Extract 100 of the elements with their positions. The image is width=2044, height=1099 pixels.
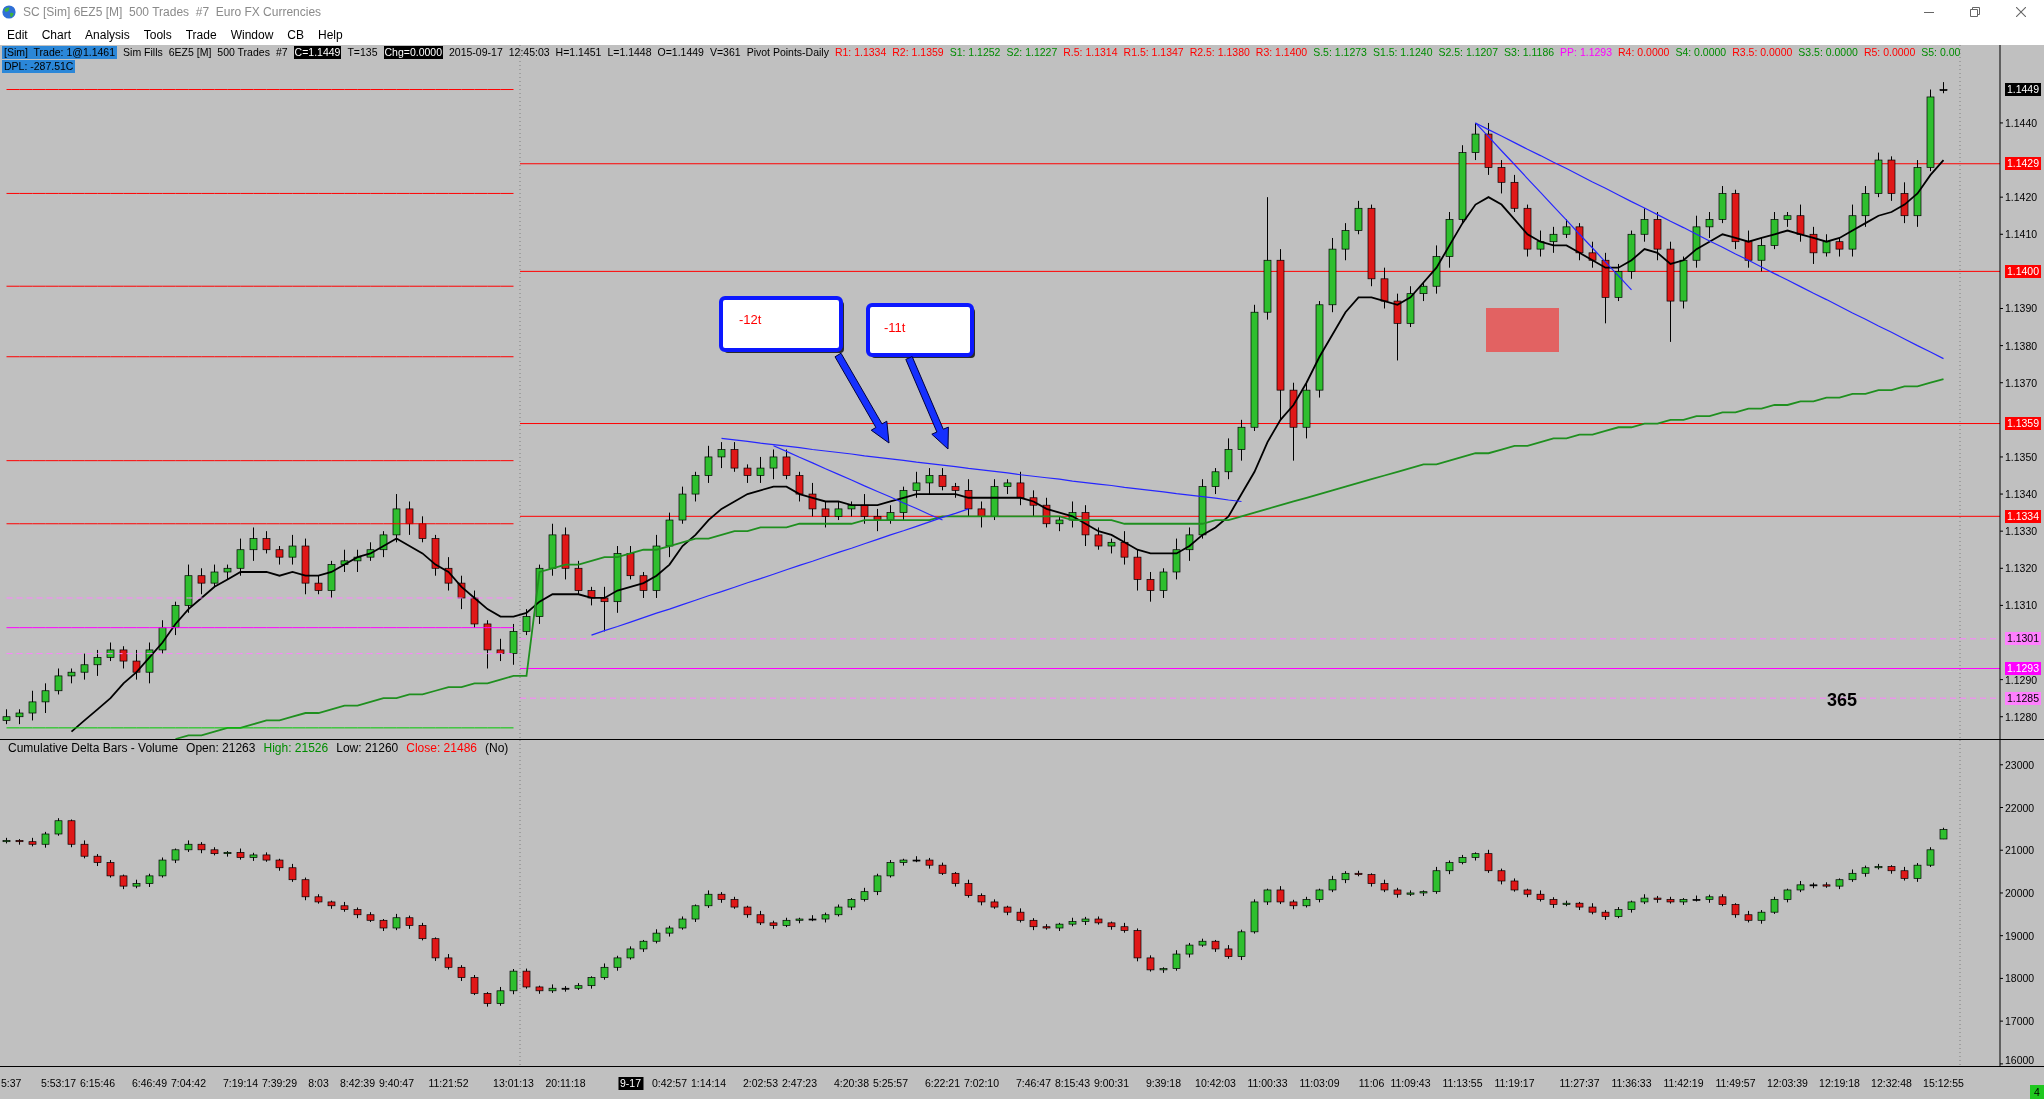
- delta-axis-label: 16000: [2005, 1054, 2035, 1066]
- time-axis-label: 8:15:43: [1055, 1077, 1090, 1090]
- time-axis-label: 7:19:14: [223, 1077, 258, 1090]
- pivot-value: R2: 1.1359: [892, 45, 944, 59]
- price-axis-label: 1.1440: [2005, 116, 2038, 129]
- price-axis-label: 1.1310: [2005, 599, 2038, 612]
- pivot-value: S2.5: 1.1207: [1438, 45, 1499, 59]
- time-axis-label: 2:02:53: [743, 1077, 778, 1090]
- pivot-value: S5: 0.00: [1921, 45, 1961, 59]
- pivot-value: R2.5: 1.1380: [1189, 45, 1250, 59]
- study-reading: High: 21526: [263, 741, 329, 755]
- time-axis-label: 11:06: [1358, 1077, 1385, 1090]
- time-axis-label: 12:32:48: [1871, 1077, 1912, 1090]
- price-axis-label: 1.1390: [2005, 302, 2038, 315]
- delta-axis-label: 17000: [2005, 1015, 2035, 1028]
- study-reading: Low: 21260: [336, 741, 399, 755]
- highlighted-info-text: Chg=0.0000: [383, 45, 443, 59]
- pivot-value: R1: 1.1334: [834, 45, 887, 59]
- pivot-value: S2: 1.1227: [1006, 45, 1058, 59]
- time-axis-label: 10:42:03: [1195, 1077, 1236, 1090]
- pivot-value: S3: 1.1186: [1504, 45, 1555, 59]
- info-text: 6EZ5 [M]: [168, 45, 212, 59]
- time-axis-label: 11:13:55: [1442, 1077, 1483, 1090]
- study-title: Cumulative Delta Bars - Volume: [8, 741, 179, 755]
- pivot-value: R1.5: 1.1347: [1123, 45, 1184, 59]
- delta-axis-label: 23000: [2005, 758, 2035, 771]
- time-axis-label: 12:03:39: [1767, 1077, 1808, 1090]
- price-axis-label: 1.1350: [2005, 450, 2038, 463]
- study-reading: Close: 21486: [406, 741, 477, 755]
- pivot-value: S3.5: 0.0000: [1798, 45, 1858, 59]
- time-axis-label: 6:46:49: [132, 1077, 167, 1090]
- delta-axis-label: 22000: [2005, 801, 2035, 814]
- delta-axis-label: 19000: [2005, 929, 2035, 942]
- time-axis-label: 20:11:18: [545, 1077, 586, 1090]
- price-marker-label: 1.1285: [2004, 691, 2041, 705]
- time-axis-label: 8:42:39: [340, 1077, 375, 1090]
- price-marker-label: 1.1359: [2004, 417, 2041, 431]
- info-text: 2015-09-17: [449, 45, 503, 59]
- study-reading: (No): [485, 741, 509, 755]
- price-marker-label: 1.1429: [2004, 157, 2041, 171]
- pivot-value: S1.5: 1.1240: [1372, 45, 1433, 59]
- bar-countdown: 365: [1827, 690, 1857, 710]
- price-axis-label: 1.1290: [2005, 673, 2038, 686]
- time-axis-label: 11:42:19: [1663, 1077, 1704, 1090]
- window-title: SC [Sim] 6EZ5 [M] 500 Trades #7 Euro FX Currencies: [23, 5, 322, 19]
- pivot-value: PP: 1.1293: [1560, 45, 1613, 59]
- price-axis-label: 1.1370: [2005, 376, 2038, 389]
- time-axis-label: 15:12:55: [1923, 1077, 1964, 1090]
- highlighted-info-text: C=1.1449: [293, 45, 342, 59]
- price-axis-label: 1.1320: [2005, 562, 2038, 575]
- time-axis-label: 9:39:18: [1146, 1077, 1181, 1090]
- pivot-value: R3.5: 0.0000: [1732, 45, 1793, 59]
- price-axis-label: 1.1340: [2005, 488, 2038, 501]
- pivot-value: R5: 0.0000: [1863, 45, 1916, 59]
- time-axis-label: 2:47:23: [782, 1077, 817, 1090]
- price-marker-label: 1.1400: [2004, 264, 2041, 278]
- price-axis-label: 1.1280: [2005, 710, 2038, 723]
- callout-text: -11t: [884, 320, 906, 335]
- info-text: V=361: [709, 45, 741, 59]
- pivot-value: S1: 1.1252: [949, 45, 1001, 59]
- date-label: 9-17: [618, 1077, 643, 1090]
- pivot-value: R4: 0.0000: [1618, 45, 1670, 59]
- time-axis-label: 6:22:21: [925, 1077, 960, 1090]
- status-badge: 4: [2030, 1085, 2044, 1099]
- time-axis-label: 5:25:57: [873, 1077, 908, 1090]
- info-text: 12:45:03: [508, 45, 550, 59]
- pivot-value: R3: 1.1400: [1255, 45, 1308, 59]
- time-axis-label: 11:19:17: [1494, 1077, 1535, 1090]
- time-axis-label: 6:15:46: [80, 1077, 115, 1090]
- price-axis-label: 1.1410: [2005, 228, 2038, 241]
- time-axis-label: 11:09:43: [1390, 1077, 1431, 1090]
- time-axis-label: 7:04:42: [171, 1077, 206, 1090]
- info-text: L=1.1448: [607, 45, 652, 59]
- time-axis-label: 11:49:57: [1715, 1077, 1756, 1090]
- price-axis-label: 1.1420: [2005, 191, 2038, 204]
- time-axis-label: 12:19:18: [1819, 1077, 1860, 1090]
- pnl-readout: DPL: -287.51C: [2, 59, 76, 73]
- info-text: 500 Trades: [217, 45, 270, 59]
- time-axis-label: 4:20:38: [834, 1077, 869, 1090]
- time-axis-label: 11:36:33: [1611, 1077, 1652, 1090]
- info-text: T=135: [347, 45, 378, 59]
- pivot-value: R.5: 1.1314: [1063, 45, 1118, 59]
- time-axis-label: 11:00:33: [1247, 1077, 1288, 1090]
- time-axis-label: 11:21:52: [428, 1077, 469, 1090]
- time-axis-label: 7:39:29: [262, 1077, 297, 1090]
- price-marker-label: 1.1334: [2004, 509, 2041, 523]
- time-axis-label: 5:53:17: [41, 1077, 76, 1090]
- time-axis-label: 0:42:57: [652, 1077, 687, 1090]
- time-axis-label: 11:27:37: [1559, 1077, 1600, 1090]
- pivot-value: S4: 0.0000: [1675, 45, 1727, 59]
- info-text: H=1.1451: [555, 45, 602, 59]
- delta-axis-label: 20000: [2005, 886, 2035, 899]
- time-axis-label: 1:14:14: [691, 1077, 726, 1090]
- time-axis-label: 9:00:31: [1094, 1077, 1129, 1090]
- callout-text: -12t: [739, 312, 762, 327]
- delta-axis-label: 21000: [2005, 844, 2035, 857]
- time-axis-label: 8:03: [308, 1077, 329, 1090]
- time-axis-label: 11:03:09: [1299, 1077, 1340, 1090]
- info-text: Sim Fills: [123, 45, 163, 59]
- price-marker-label: 1.1301: [2004, 632, 2041, 646]
